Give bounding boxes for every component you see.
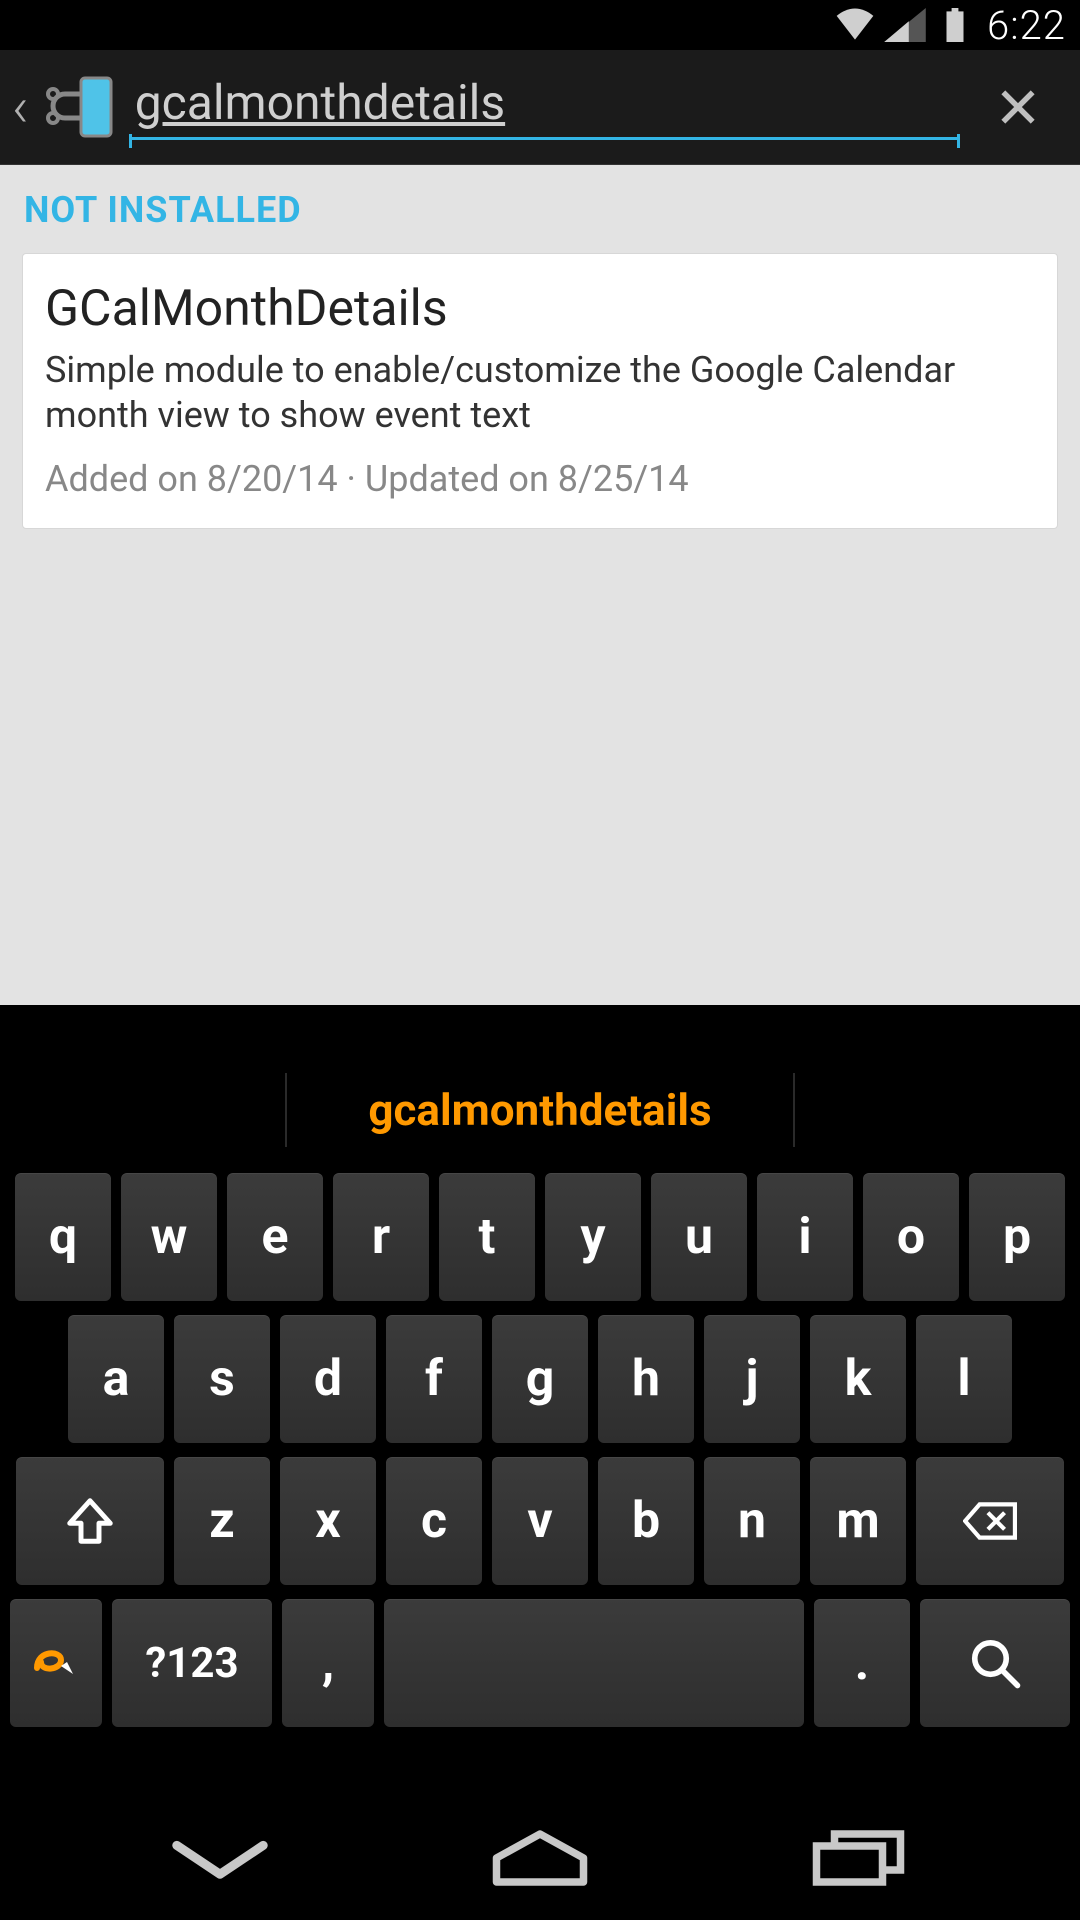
search-underline-decor bbox=[957, 134, 960, 148]
results-pane: NOT INSTALLED GCalMonthDetails Simple mo… bbox=[0, 165, 1080, 1005]
key-swype[interactable] bbox=[10, 1599, 102, 1727]
key-l[interactable]: l bbox=[916, 1315, 1012, 1443]
key-h[interactable]: h bbox=[598, 1315, 694, 1443]
key-y[interactable]: y bbox=[545, 1173, 641, 1301]
key-f[interactable]: f bbox=[386, 1315, 482, 1443]
app-header: ‹ bbox=[0, 50, 1080, 165]
key-m[interactable]: m bbox=[810, 1457, 906, 1585]
key-g[interactable]: g bbox=[492, 1315, 588, 1443]
key-t[interactable]: t bbox=[439, 1173, 535, 1301]
shift-icon bbox=[63, 1494, 117, 1548]
key-s[interactable]: s bbox=[174, 1315, 270, 1443]
swype-icon bbox=[31, 1636, 81, 1690]
key-period[interactable]: . bbox=[814, 1599, 910, 1727]
nav-recent-apps-button[interactable] bbox=[785, 1823, 935, 1893]
chevron-down-icon bbox=[166, 1828, 274, 1888]
key-o[interactable]: o bbox=[863, 1173, 959, 1301]
keyboard-row-4: ?123 , . bbox=[10, 1599, 1070, 1727]
key-a[interactable]: a bbox=[68, 1315, 164, 1443]
xposed-logo-icon bbox=[35, 76, 113, 138]
battery-icon bbox=[933, 8, 977, 42]
keyboard-row-1: q w e r t y u i o p bbox=[10, 1173, 1070, 1301]
key-b[interactable]: b bbox=[598, 1457, 694, 1585]
key-comma[interactable]: , bbox=[282, 1599, 374, 1727]
key-c[interactable]: c bbox=[386, 1457, 482, 1585]
cell-signal-icon bbox=[883, 8, 927, 42]
key-j[interactable]: j bbox=[704, 1315, 800, 1443]
close-icon bbox=[996, 85, 1040, 129]
search-input[interactable] bbox=[129, 74, 960, 140]
wifi-icon bbox=[833, 8, 877, 42]
status-time: 6:22 bbox=[987, 2, 1066, 49]
key-symbols[interactable]: ?123 bbox=[112, 1599, 272, 1727]
search-field-wrapper bbox=[129, 67, 960, 147]
suggestion-divider bbox=[793, 1073, 795, 1147]
suggestion-divider bbox=[285, 1073, 287, 1147]
key-p[interactable]: p bbox=[969, 1173, 1065, 1301]
home-icon bbox=[486, 1828, 594, 1888]
key-shift[interactable] bbox=[16, 1457, 164, 1585]
key-d[interactable]: d bbox=[280, 1315, 376, 1443]
nav-home-button[interactable] bbox=[465, 1823, 615, 1893]
key-search[interactable] bbox=[920, 1599, 1070, 1727]
module-description: Simple module to enable/customize the Go… bbox=[45, 348, 1035, 438]
back-button[interactable]: ‹ bbox=[10, 50, 129, 164]
key-n[interactable]: n bbox=[704, 1457, 800, 1585]
back-chevron-icon: ‹ bbox=[12, 74, 29, 140]
soft-keyboard: gcalmonthdetails q w e r t y u i o p a s… bbox=[0, 1055, 1080, 1795]
keyboard-row-2: a s d f g h j k l bbox=[10, 1315, 1070, 1443]
key-space[interactable] bbox=[384, 1599, 804, 1727]
key-z[interactable]: z bbox=[174, 1457, 270, 1585]
status-icons bbox=[833, 8, 977, 42]
key-backspace[interactable] bbox=[916, 1457, 1064, 1585]
keyboard-suggestion-bar[interactable]: gcalmonthdetails bbox=[10, 1055, 1070, 1165]
key-v[interactable]: v bbox=[492, 1457, 588, 1585]
nav-hide-keyboard-button[interactable] bbox=[145, 1823, 295, 1893]
recent-apps-icon bbox=[806, 1828, 914, 1888]
section-header-not-installed: NOT INSTALLED bbox=[0, 189, 1080, 253]
module-meta: Added on 8/20/14 · Updated on 8/25/14 bbox=[45, 458, 1035, 500]
key-i[interactable]: i bbox=[757, 1173, 853, 1301]
key-r[interactable]: r bbox=[333, 1173, 429, 1301]
backspace-icon bbox=[963, 1494, 1017, 1548]
search-underline-decor bbox=[129, 134, 132, 148]
suggestion-word: gcalmonthdetails bbox=[368, 1084, 711, 1136]
key-k[interactable]: k bbox=[810, 1315, 906, 1443]
key-x[interactable]: x bbox=[280, 1457, 376, 1585]
module-title: GCalMonthDetails bbox=[45, 280, 1035, 338]
status-bar: 6:22 bbox=[0, 0, 1080, 50]
search-icon bbox=[968, 1636, 1022, 1690]
clear-search-button[interactable] bbox=[978, 67, 1058, 147]
keyboard-row-3: z x c v b n m bbox=[10, 1457, 1070, 1585]
key-e[interactable]: e bbox=[227, 1173, 323, 1301]
key-u[interactable]: u bbox=[651, 1173, 747, 1301]
system-nav-bar bbox=[0, 1795, 1080, 1920]
module-result-card[interactable]: GCalMonthDetails Simple module to enable… bbox=[22, 253, 1058, 529]
key-q[interactable]: q bbox=[15, 1173, 111, 1301]
key-w[interactable]: w bbox=[121, 1173, 217, 1301]
